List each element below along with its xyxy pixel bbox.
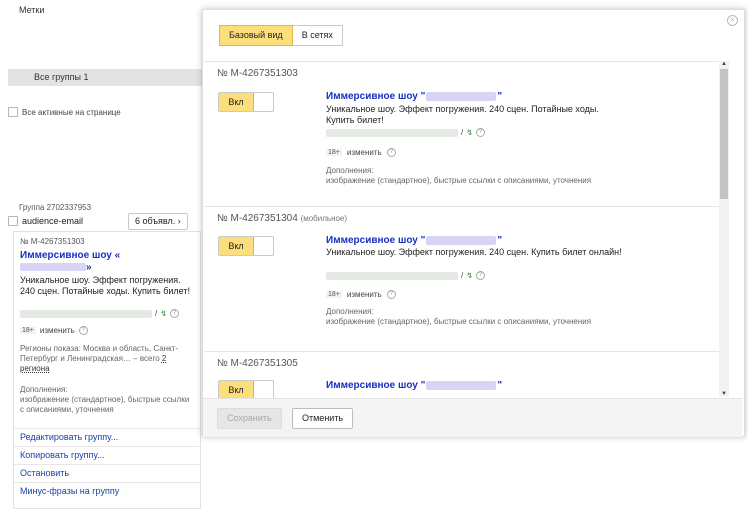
tab-networks[interactable]: В сетях bbox=[292, 25, 343, 46]
ads-count-label: 6 объявл. bbox=[135, 216, 176, 226]
addons-info: Дополнения: изображение (стандартное), б… bbox=[326, 307, 592, 326]
regions-info: Регионы показа: Москва и область, Санкт-… bbox=[20, 344, 178, 373]
age-badge: 18+ bbox=[326, 149, 342, 156]
toggle-on-label: Вкл bbox=[219, 381, 254, 398]
blurred-url bbox=[326, 271, 458, 280]
blurred-title-part bbox=[20, 263, 86, 272]
save-button[interactable]: Сохранить bbox=[217, 408, 282, 429]
age-row: 18+ изменить ? bbox=[20, 326, 88, 335]
help-icon[interactable]: ? bbox=[475, 271, 485, 280]
ad-title[interactable]: Иммерсивное шоу " " bbox=[326, 91, 502, 102]
group-checkbox[interactable] bbox=[8, 216, 18, 226]
all-groups-filter[interactable]: Все группы 1 bbox=[8, 69, 228, 86]
group-actions-menu: Редактировать группу... Копировать групп… bbox=[14, 428, 200, 500]
ad-number: № M-4267351303 bbox=[217, 68, 298, 79]
list-item: № M-4267351303 Вкл Иммерсивное шоу " " Ун… bbox=[204, 62, 719, 204]
ad-toggle[interactable]: Вкл bbox=[218, 92, 274, 112]
link-check-icon: ↯ bbox=[466, 271, 473, 280]
all-active-checkbox[interactable] bbox=[8, 107, 18, 117]
toggle-on-label: Вкл bbox=[219, 237, 254, 255]
all-active-row: Все активные на странице bbox=[8, 107, 121, 117]
help-icon[interactable]: ? bbox=[475, 128, 485, 137]
help-icon[interactable]: ? bbox=[78, 326, 88, 335]
ads-count-button[interactable]: 6 объявл. › bbox=[128, 213, 188, 230]
ad-toggle[interactable]: Вкл bbox=[218, 236, 274, 256]
ad-number: № M-4267351303 bbox=[20, 237, 85, 246]
blurred-title-part bbox=[426, 236, 497, 245]
age-change-link[interactable]: изменить bbox=[40, 326, 75, 335]
blurred-title-part bbox=[426, 92, 497, 101]
ad-toggle[interactable]: Вкл bbox=[218, 380, 274, 398]
addons-info: Дополнения: изображение (стандартное), б… bbox=[20, 385, 190, 414]
help-icon[interactable]: ? bbox=[386, 290, 396, 299]
all-active-label: Все активные на странице bbox=[22, 107, 121, 117]
link-check-icon: ↯ bbox=[160, 309, 167, 318]
view-tabs: Базовый вид В сетях bbox=[219, 25, 343, 46]
ad-title[interactable]: Иммерсивное шоу « » bbox=[20, 250, 190, 274]
ad-text: Уникальное шоу. Эффект погружения. 240 с… bbox=[326, 104, 599, 125]
scroll-thumb[interactable] bbox=[720, 69, 728, 199]
ad-text: Уникальное шоу. Эффект погружения. 240 с… bbox=[20, 275, 190, 296]
age-row: 18+ изменить ? bbox=[326, 290, 396, 299]
close-icon[interactable]: × bbox=[727, 15, 738, 26]
url-suffix: / bbox=[155, 309, 158, 318]
menu-copy-group[interactable]: Копировать группу... bbox=[14, 446, 200, 464]
blurred-url bbox=[20, 309, 152, 318]
age-change-link[interactable]: изменить bbox=[347, 290, 382, 299]
ad-url-row: / ↯ ? bbox=[326, 128, 485, 137]
age-badge: 18+ bbox=[326, 291, 342, 298]
menu-negative-keywords[interactable]: Минус-фразы на группу bbox=[14, 482, 200, 500]
cancel-button[interactable]: Отменить bbox=[292, 408, 354, 429]
ad-number: № M-4267351305 bbox=[217, 358, 298, 369]
ad-number: № M-4267351304 (мобильное) bbox=[217, 213, 348, 224]
age-change-link[interactable]: изменить bbox=[347, 148, 382, 157]
labels-heading: Метки bbox=[19, 5, 45, 15]
blurred-url bbox=[326, 128, 458, 137]
scrollbar[interactable]: ▲ ▼ bbox=[719, 61, 729, 397]
age-badge: 18+ bbox=[20, 327, 36, 334]
age-row: 18+ изменить ? bbox=[326, 148, 396, 157]
group-name: audience-email bbox=[22, 216, 84, 226]
ad-text: Уникальное шоу. Эффект погружения. 240 с… bbox=[326, 247, 622, 257]
toggle-on-label: Вкл bbox=[219, 93, 254, 111]
addons-info: Дополнения: изображение (стандартное), б… bbox=[326, 166, 592, 185]
help-icon[interactable]: ? bbox=[386, 148, 396, 157]
ads-toggle-modal: × Базовый вид В сетях № M-4267351303 Вкл… bbox=[202, 9, 745, 437]
all-groups-count: 1 bbox=[83, 72, 89, 82]
ad-card: № M-4267351303 Иммерсивное шоу « » Уника… bbox=[13, 231, 201, 509]
ad-url-row: / ↯ ? bbox=[20, 309, 179, 318]
list-item: № M-4267351305 Вкл Иммерсивное шоу " " bbox=[204, 352, 719, 398]
menu-edit-group[interactable]: Редактировать группу... bbox=[14, 428, 200, 446]
all-groups-label: Все группы bbox=[34, 72, 81, 82]
menu-stop[interactable]: Остановить bbox=[14, 464, 200, 482]
list-item: № M-4267351304 (мобильное) Вкл Иммерсивн… bbox=[204, 207, 719, 349]
ad-url-row: / ↯ ? bbox=[326, 271, 485, 280]
chevron-right-icon: › bbox=[177, 216, 181, 226]
scroll-down-icon[interactable]: ▼ bbox=[721, 391, 727, 397]
group-id: Группа 2702337953 bbox=[19, 203, 92, 212]
ads-list: № M-4267351303 Вкл Иммерсивное шоу " " Ун… bbox=[204, 61, 726, 398]
scroll-up-icon[interactable]: ▲ bbox=[721, 61, 727, 67]
modal-footer: Сохранить Отменить bbox=[203, 398, 742, 437]
tab-basic-view[interactable]: Базовый вид bbox=[219, 25, 293, 46]
ad-title[interactable]: Иммерсивное шоу " " bbox=[326, 380, 502, 391]
link-check-icon: ↯ bbox=[466, 128, 473, 137]
blurred-title-part bbox=[426, 381, 497, 390]
help-icon[interactable]: ? bbox=[169, 309, 179, 318]
ad-title[interactable]: Иммерсивное шоу " " bbox=[326, 235, 502, 246]
